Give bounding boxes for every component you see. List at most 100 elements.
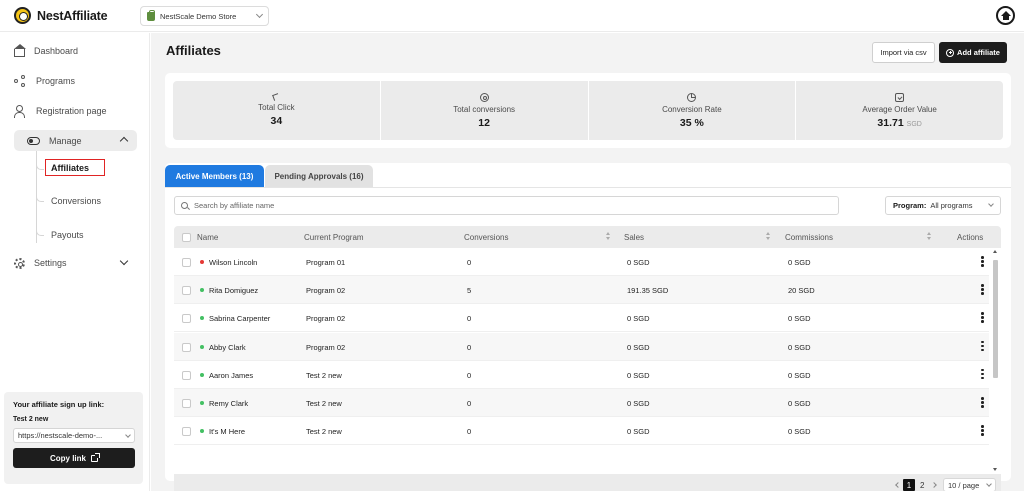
logo-icon [14,7,31,24]
sort-icon[interactable] [766,232,771,241]
more-actions-icon[interactable] [981,340,984,353]
column-header-conversions[interactable]: Conversions [464,233,508,242]
status-dot [200,372,204,377]
sidebar-item-label: Programs [36,76,76,86]
import-csv-button[interactable]: Import via csv [872,42,935,63]
column-header-commissions[interactable]: Commissions [785,233,833,242]
affiliate-name[interactable]: Aaron James [209,371,253,380]
stat-value: 35 % [679,116,704,129]
sidebar-subitem-conversions[interactable]: Conversions [51,196,101,206]
commissions-value: 0 SGD [788,342,811,352]
chevron-down-icon[interactable] [119,256,129,266]
chevron-left-icon[interactable] [895,482,901,488]
sidebar-item-programs[interactable]: Programs [14,71,75,91]
signup-link-title: Your affiliate sign up link: [13,400,105,409]
affiliate-name[interactable]: Remy Clark [209,399,248,408]
table-row[interactable]: It's M Here Test 2 new 0 0 SGD 0 SGD [174,417,989,446]
affiliate-name[interactable]: It's M Here [209,427,245,436]
table-row[interactable]: Wilson Lincoln Program 01 0 0 SGD 0 SGD [174,248,989,276]
stat-conversion-rate: Conversion Rate 35 % [589,81,797,140]
sidebar-subitem-payouts[interactable]: Payouts [51,230,84,240]
tab-pending-approvals[interactable]: Pending Approvals (16) [265,165,373,187]
row-checkbox[interactable] [182,314,191,324]
sidebar-subitem-affiliates[interactable]: Affiliates [45,159,105,176]
search-icon [181,202,188,209]
more-actions-icon[interactable] [981,397,984,409]
sort-icon[interactable] [606,232,611,241]
search-input[interactable]: Search by affiliate name [174,196,839,215]
pagination: 1 2 10 / page [174,474,1001,491]
more-actions-icon[interactable] [981,284,984,296]
select-all-checkbox[interactable] [182,233,191,242]
signup-link-value: https://nestscale-demo-... [18,431,103,440]
scrollbar-thumb[interactable] [993,260,998,378]
tab-active-members[interactable]: Active Members (13) [165,165,264,187]
affiliate-name[interactable]: Wilson Lincoln [209,258,257,267]
stat-label: Average Order Value [862,104,937,114]
chevron-right-icon[interactable] [931,482,937,488]
page-current[interactable]: 1 [903,479,915,491]
table-header: Name Current Program Conversions Sales C… [174,226,1001,248]
more-actions-icon[interactable] [981,425,984,437]
row-checkbox[interactable] [182,399,191,408]
copy-link-button[interactable]: Copy link [13,448,135,468]
table-row[interactable]: Rita Domiguez Program 02 5 191.35 SGD 20 SGD [174,276,989,305]
store-selector[interactable]: NestScale Demo Store [140,6,269,26]
page-size-select[interactable]: 10 / page [943,478,996,491]
stats-card: Total Click 34 Total conversions 12 Conv… [165,73,1011,148]
sales-value: 0 SGD [627,258,650,267]
more-actions-icon[interactable] [981,368,984,381]
sidebar-item-settings[interactable]: Settings [14,253,67,273]
home-icon[interactable] [996,6,1015,25]
user-add-icon [14,104,27,118]
sales-value: 0 SGD [627,427,650,437]
signup-link-select[interactable]: https://nestscale-demo-... [13,428,135,443]
sidebar-item-label: Settings [34,258,67,268]
table-scrollbar[interactable] [991,248,999,474]
search-placeholder: Search by affiliate name [194,201,275,210]
row-checkbox[interactable] [182,427,191,437]
current-program: Program 02 [306,342,346,352]
conversions-value: 0 [467,399,472,408]
column-header-sales[interactable]: Sales [624,233,644,242]
stat-total-click: Total Click 34 [173,81,381,140]
current-program: Program 02 [306,286,346,296]
add-affiliate-label: Add affiliate [957,48,1000,57]
table-row[interactable]: Sabrina Carpenter Program 02 0 0 SGD 0 SGD [174,304,989,333]
more-actions-icon[interactable] [981,312,984,324]
table-row[interactable]: Remy Clark Test 2 new 0 0 SGD 0 SGD [174,389,989,417]
aov-currency: SGD [906,120,922,128]
tree-elbow [36,195,44,202]
conversions-value: 5 [467,286,472,296]
table-row[interactable]: Abby Clark Program 02 0 0 SGD 0 SGD [174,332,989,361]
more-actions-icon[interactable] [981,256,984,268]
sales-value: 0 SGD [627,314,650,324]
affiliate-name[interactable]: Sabrina Carpenter [209,314,270,323]
column-header-name: Name [197,233,219,242]
affiliate-name[interactable]: Abby Clark [209,343,246,352]
row-checkbox[interactable] [182,342,191,352]
row-checkbox[interactable] [182,286,191,296]
app-logo[interactable]: NestAffiliate [14,7,108,24]
sidebar-item-dashboard[interactable]: Dashboard [13,41,78,61]
scroll-down-icon[interactable] [993,468,997,471]
page-2[interactable]: 2 [920,481,924,490]
aov-amount: 31.71 [877,116,904,129]
sidebar-item-registration-page[interactable]: Registration page [14,101,107,121]
affiliate-name[interactable]: Rita Domiguez [209,286,258,295]
tree-elbow [36,163,44,170]
column-header-program: Current Program [304,233,364,242]
conversions-value: 0 [467,342,472,352]
row-checkbox[interactable] [182,258,191,267]
row-checkbox[interactable] [182,370,191,380]
chevron-down-icon [125,431,131,438]
sidebar: Dashboard Programs Registration page Man… [0,33,150,491]
scroll-up-icon[interactable] [993,250,997,253]
sidebar-item-label: Registration page [36,106,107,116]
add-affiliate-button[interactable]: Add affiliate [939,42,1007,63]
sidebar-item-manage[interactable]: Manage [14,130,137,151]
table-row[interactable]: Aaron James Test 2 new 0 0 SGD 0 SGD [174,361,989,389]
target-icon [479,92,489,102]
sort-icon[interactable] [927,232,932,241]
program-filter-select[interactable]: Program: All programs [885,196,1001,215]
